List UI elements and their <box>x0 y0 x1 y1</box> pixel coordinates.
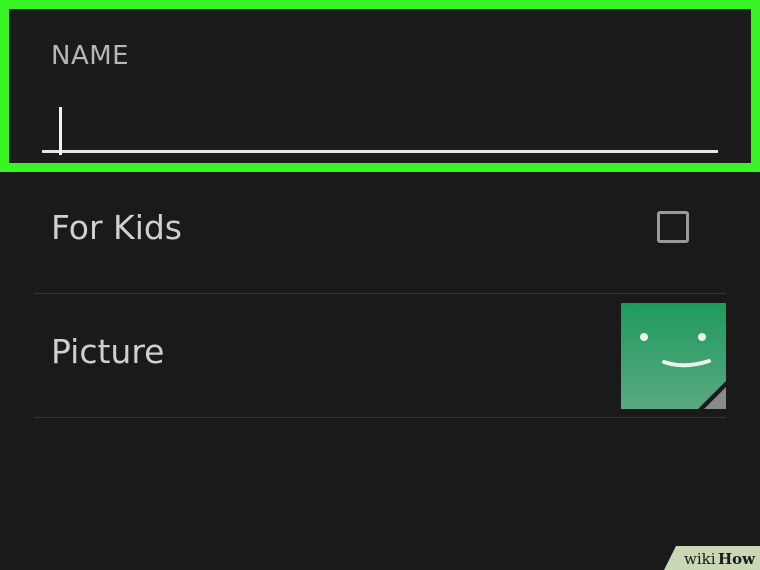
wikihow-watermark: wiki How <box>664 546 760 570</box>
picture-row[interactable]: Picture <box>34 294 726 418</box>
name-label: NAME <box>51 41 130 71</box>
for-kids-row[interactable]: For Kids <box>34 172 726 294</box>
wikihow-logo: wiki How <box>664 546 760 570</box>
text-cursor <box>59 107 62 155</box>
svg-text:wiki: wiki <box>684 550 716 568</box>
profile-edit-screen: NAME For Kids Picture wiki How <box>0 0 760 570</box>
svg-text:How: How <box>718 550 756 568</box>
name-input[interactable] <box>42 87 718 153</box>
picture-label: Picture <box>51 332 165 371</box>
for-kids-checkbox[interactable] <box>657 211 689 243</box>
name-section-highlight: NAME <box>0 0 760 172</box>
profile-avatar[interactable] <box>621 303 726 409</box>
for-kids-label: For Kids <box>51 208 183 247</box>
smiley-avatar-icon <box>621 303 726 409</box>
